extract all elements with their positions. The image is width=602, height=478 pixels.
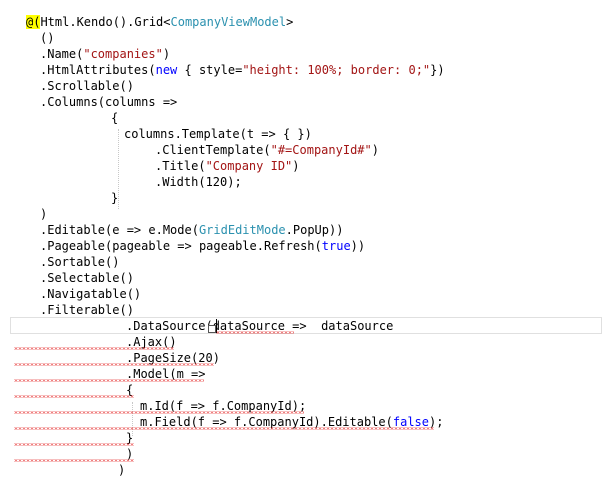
error-squiggle	[216, 331, 294, 334]
code-token: "Company ID"	[205, 159, 293, 173]
error-squiggle	[14, 411, 304, 414]
code-line[interactable]: .Editable(e => e.Mode(GridEditMode.PopUp…	[40, 222, 343, 238]
code-line[interactable]: .Sortable()	[40, 254, 119, 270]
code-line[interactable]: .Selectable()	[40, 270, 134, 286]
code-token: .HtmlAttributes(	[40, 63, 156, 77]
code-line[interactable]: ()	[40, 30, 54, 46]
error-squiggle	[14, 363, 214, 366]
code-token: { style=	[177, 63, 243, 77]
code-line[interactable]: )	[40, 206, 47, 222]
code-token: )	[40, 207, 48, 221]
code-editor[interactable]: @(Html.Kendo().Grid<CompanyViewModel>().…	[0, 0, 602, 477]
code-token: )	[162, 47, 171, 61]
code-token: .Editable(e => e.Mode(	[40, 223, 199, 237]
code-token: .Title(	[155, 159, 206, 173]
error-squiggle	[14, 459, 134, 462]
code-token: new	[155, 63, 178, 77]
code-line[interactable]: {	[111, 110, 118, 126]
error-squiggle	[14, 347, 174, 350]
code-line[interactable]: .Name("companies")	[40, 46, 170, 62]
code-line[interactable]: .Columns(columns =>	[40, 94, 177, 110]
code-token: .Navigatable()	[40, 287, 142, 301]
code-token: .Scrollable()	[40, 79, 134, 93]
code-token: })	[430, 63, 445, 77]
code-line[interactable]: .Width(120);	[155, 174, 242, 190]
code-line[interactable]: .Pageable(pageable => pageable.Refresh(t…	[40, 238, 365, 254]
code-token: .Filterable()	[40, 303, 134, 317]
smart-tag-marker[interactable]	[208, 325, 216, 333]
error-squiggle	[14, 395, 134, 398]
code-token: .Sortable()	[40, 255, 120, 269]
code-token: .Selectable()	[40, 271, 134, 285]
code-token: Html.Kendo().Grid<	[40, 15, 171, 29]
code-token: )	[118, 463, 126, 477]
code-line[interactable]: .Filterable()	[40, 302, 134, 318]
code-token: CompanyViewModel	[170, 15, 287, 29]
code-token: .PopUp))	[285, 223, 344, 237]
code-line[interactable]: @(Html.Kendo().Grid<CompanyViewModel>	[26, 14, 293, 30]
indent-guide	[118, 129, 119, 209]
code-token: ))	[350, 239, 366, 253]
code-token: @(	[26, 15, 41, 29]
code-token: "companies"	[83, 47, 163, 61]
code-token: ()	[40, 31, 55, 45]
code-token: {	[111, 111, 119, 125]
code-line[interactable]: .ClientTemplate("#=CompanyId#")	[155, 142, 379, 158]
code-token: .Width(120);	[155, 175, 242, 189]
code-token: >	[286, 15, 294, 29]
code-token: )	[292, 159, 300, 173]
code-token: columns.Template(t => { })	[124, 127, 312, 141]
code-line[interactable]: )	[118, 462, 125, 478]
code-line[interactable]: .Navigatable()	[40, 286, 141, 302]
code-token: .Pageable(pageable => pageable.Refresh(	[40, 239, 322, 253]
code-token: .Name(	[40, 47, 84, 61]
code-token: .Columns(columns =>	[40, 95, 178, 109]
code-token: GridEditMode	[198, 223, 286, 237]
error-squiggle	[14, 427, 434, 430]
code-token: .ClientTemplate(	[155, 143, 271, 157]
code-token: true	[321, 239, 351, 253]
code-line[interactable]: columns.Template(t => { })	[124, 126, 312, 142]
code-line[interactable]: .HtmlAttributes(new { style="height: 100…	[40, 62, 445, 78]
code-token: )	[371, 143, 379, 157]
code-token: "#=CompanyId#"	[270, 143, 372, 157]
indent-guide	[132, 402, 133, 436]
code-line[interactable]: .Scrollable()	[40, 78, 134, 94]
error-squiggle	[14, 443, 134, 446]
code-token: "height: 100%; border: 0;"	[242, 63, 431, 77]
code-line[interactable]: .Title("Company ID")	[155, 158, 300, 174]
error-squiggle	[14, 379, 204, 382]
